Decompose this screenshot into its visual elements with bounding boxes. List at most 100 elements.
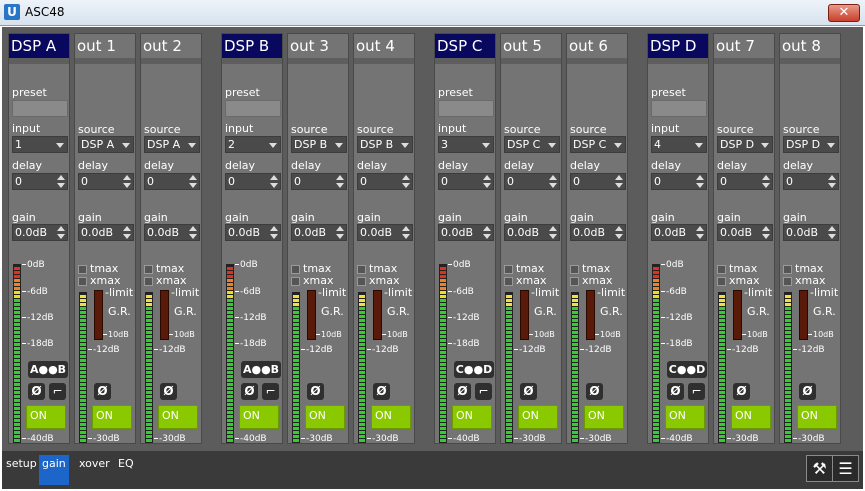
source-select[interactable]: DSP C <box>570 136 626 153</box>
source-select[interactable]: DSP D <box>717 136 773 153</box>
xmax-checkbox[interactable] <box>144 277 153 286</box>
spinner-icon[interactable] <box>696 226 704 239</box>
delay-input[interactable]: 0 <box>78 173 134 190</box>
xmax-checkbox[interactable] <box>504 277 513 286</box>
delay-input[interactable]: 0 <box>438 173 494 190</box>
spinner-icon[interactable] <box>336 175 344 188</box>
spinner-icon[interactable] <box>762 226 770 239</box>
phase-invert-button[interactable]: Ø <box>160 383 177 400</box>
tmax-checkbox[interactable] <box>357 265 366 274</box>
output-channel-name[interactable]: out 6 <box>567 34 627 58</box>
gain-input[interactable]: 0.0dB <box>144 224 200 241</box>
xmax-checkbox[interactable] <box>357 277 366 286</box>
channel-on-button[interactable]: ON <box>305 405 345 429</box>
gain-input[interactable]: 0.0dB <box>291 224 347 241</box>
delay-input[interactable]: 0 <box>12 173 68 190</box>
channel-on-button[interactable]: ON <box>731 405 771 429</box>
filter-button[interactable]: ⌐ <box>475 383 492 400</box>
spinner-icon[interactable] <box>189 226 197 239</box>
tmax-checkbox[interactable] <box>144 265 153 274</box>
delay-input[interactable]: 0 <box>783 173 839 190</box>
gain-input[interactable]: 0.0dB <box>651 224 707 241</box>
gain-input[interactable]: 0.0dB <box>717 224 773 241</box>
spinner-icon[interactable] <box>483 175 491 188</box>
tmax-checkbox[interactable] <box>783 265 792 274</box>
spinner-icon[interactable] <box>828 226 836 239</box>
delay-input[interactable]: 0 <box>717 173 773 190</box>
delay-input[interactable]: 0 <box>504 173 560 190</box>
filter-button[interactable]: ⌐ <box>49 383 66 400</box>
source-select[interactable]: DSP D <box>783 136 839 153</box>
spinner-icon[interactable] <box>123 226 131 239</box>
source-select[interactable]: DSP C <box>504 136 560 153</box>
output-channel-name[interactable]: out 3 <box>288 34 348 58</box>
gain-input[interactable]: 0.0dB <box>12 224 68 241</box>
channel-on-button[interactable]: ON <box>797 405 837 429</box>
output-channel-name[interactable]: out 8 <box>780 34 840 58</box>
phase-invert-button[interactable]: Ø <box>307 383 324 400</box>
channel-on-button[interactable]: ON <box>518 405 558 429</box>
tmax-checkbox[interactable] <box>504 265 513 274</box>
dsp-channel-name[interactable]: DSP B <box>222 34 282 58</box>
gain-input[interactable]: 0.0dB <box>225 224 281 241</box>
xmax-checkbox[interactable] <box>78 277 87 286</box>
spinner-icon[interactable] <box>123 175 131 188</box>
output-channel-name[interactable]: out 4 <box>354 34 414 58</box>
channel-on-button[interactable]: ON <box>26 405 66 429</box>
link-button[interactable]: A●●B <box>28 361 68 378</box>
source-select[interactable]: DSP B <box>291 136 347 153</box>
preset-field[interactable] <box>438 100 494 117</box>
tab-xover[interactable]: xover <box>76 455 113 485</box>
xmax-checkbox[interactable] <box>291 277 300 286</box>
gain-input[interactable]: 0.0dB <box>357 224 413 241</box>
gain-input[interactable]: 0.0dB <box>570 224 626 241</box>
delay-input[interactable]: 0 <box>291 173 347 190</box>
output-channel-name[interactable]: out 2 <box>141 34 201 58</box>
spinner-icon[interactable] <box>57 175 65 188</box>
phase-invert-button[interactable]: Ø <box>241 383 258 400</box>
tab-setup[interactable]: setup <box>3 455 40 485</box>
channel-on-button[interactable]: ON <box>665 405 705 429</box>
spinner-icon[interactable] <box>270 226 278 239</box>
preset-field[interactable] <box>12 100 68 117</box>
tmax-checkbox[interactable] <box>570 265 579 274</box>
tmax-checkbox[interactable] <box>78 265 87 274</box>
xmax-checkbox[interactable] <box>783 277 792 286</box>
phase-invert-button[interactable]: Ø <box>94 383 111 400</box>
input-select[interactable]: 2 <box>225 136 281 153</box>
phase-invert-button[interactable]: Ø <box>667 383 684 400</box>
source-select[interactable]: DSP A <box>78 136 134 153</box>
spinner-icon[interactable] <box>549 226 557 239</box>
dsp-channel-name[interactable]: DSP D <box>648 34 708 58</box>
spinner-icon[interactable] <box>549 175 557 188</box>
spinner-icon[interactable] <box>402 175 410 188</box>
spinner-icon[interactable] <box>189 175 197 188</box>
filter-button[interactable]: ⌐ <box>688 383 705 400</box>
phase-invert-button[interactable]: Ø <box>28 383 45 400</box>
xmax-checkbox[interactable] <box>717 277 726 286</box>
link-button[interactable]: C●●D <box>667 361 707 378</box>
spinner-icon[interactable] <box>615 175 623 188</box>
phase-invert-button[interactable]: Ø <box>586 383 603 400</box>
tmax-checkbox[interactable] <box>717 265 726 274</box>
menu-icon[interactable]: ☰ <box>832 455 859 482</box>
dsp-channel-name[interactable]: DSP C <box>435 34 495 58</box>
spinner-icon[interactable] <box>696 175 704 188</box>
channel-on-button[interactable]: ON <box>92 405 132 429</box>
gain-input[interactable]: 0.0dB <box>78 224 134 241</box>
delay-input[interactable]: 0 <box>651 173 707 190</box>
phase-invert-button[interactable]: Ø <box>520 383 537 400</box>
source-select[interactable]: DSP A <box>144 136 200 153</box>
tab-gain[interactable]: gain <box>39 455 69 485</box>
tab-EQ[interactable]: EQ <box>115 455 137 485</box>
preset-field[interactable] <box>651 100 707 117</box>
input-select[interactable]: 3 <box>438 136 494 153</box>
output-channel-name[interactable]: out 1 <box>75 34 135 58</box>
input-select[interactable]: 1 <box>12 136 68 153</box>
channel-on-button[interactable]: ON <box>371 405 411 429</box>
channel-on-button[interactable]: ON <box>452 405 492 429</box>
xmax-checkbox[interactable] <box>570 277 579 286</box>
channel-on-button[interactable]: ON <box>239 405 279 429</box>
phase-invert-button[interactable]: Ø <box>373 383 390 400</box>
spinner-icon[interactable] <box>336 226 344 239</box>
